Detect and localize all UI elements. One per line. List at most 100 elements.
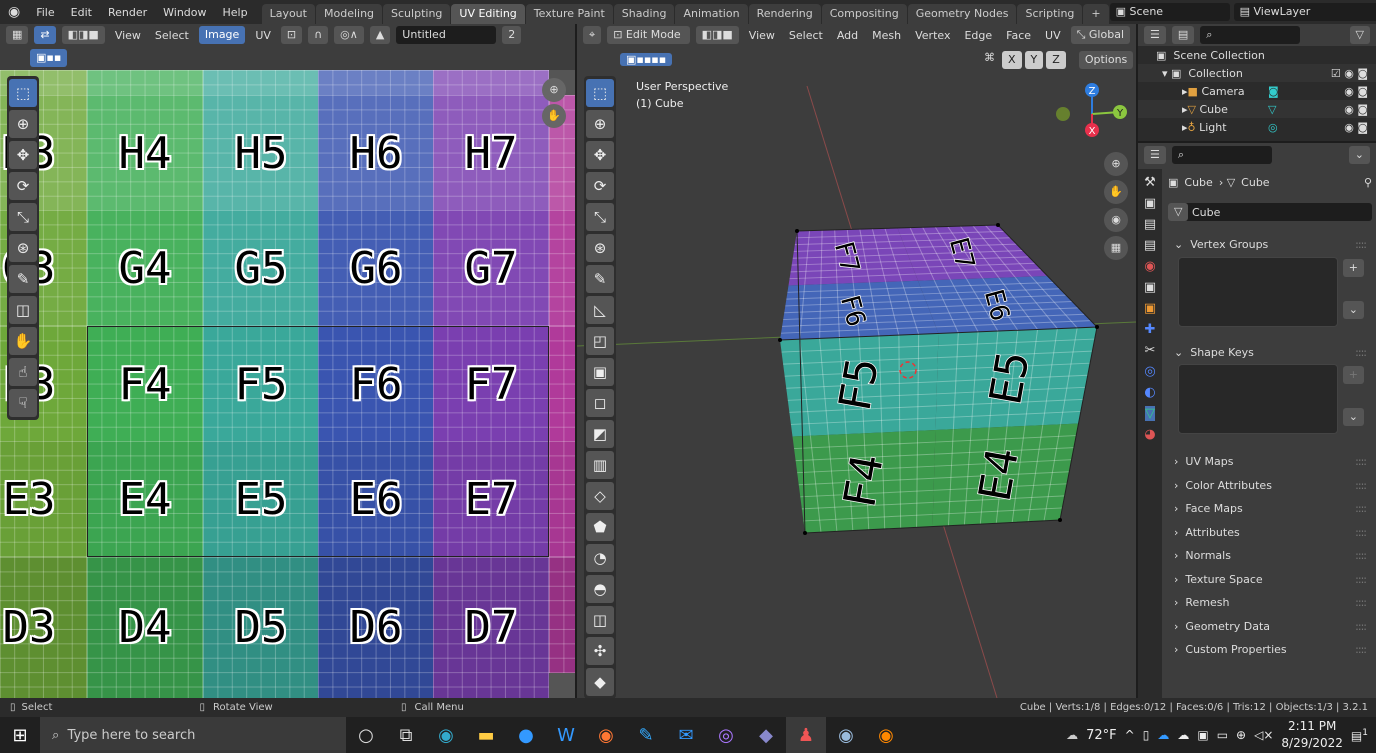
- notes-icon[interactable]: ✎: [626, 717, 666, 753]
- scale-icon[interactable]: ⤡: [586, 203, 614, 231]
- app3-icon[interactable]: ♟: [786, 717, 826, 753]
- uv-menu-select[interactable]: Select: [151, 29, 193, 42]
- zoom-icon[interactable]: ⊕: [1104, 152, 1128, 176]
- options-button[interactable]: Options: [1078, 51, 1134, 69]
- selection-mode-buttons[interactable]: ▣▪▪: [30, 49, 68, 67]
- section-custom-properties[interactable]: › Custom Properties::::: [1162, 638, 1376, 662]
- measure-icon[interactable]: ◺: [586, 296, 614, 324]
- section-attributes[interactable]: › Attributes::::: [1162, 521, 1376, 545]
- steam-icon[interactable]: ◉: [826, 717, 866, 753]
- vp-menu-add[interactable]: Add: [833, 29, 862, 42]
- tab-uv-editing[interactable]: UV Editing: [451, 4, 525, 24]
- tab-rendering[interactable]: Rendering: [748, 4, 821, 24]
- shape-key-menu-button[interactable]: ⌄: [1342, 408, 1364, 426]
- mesh-select-mode[interactable]: ◧◨■: [695, 26, 739, 44]
- relax-icon[interactable]: ☝: [9, 358, 37, 386]
- outliner-item-light[interactable]: ▸ ♁ Light ◎ ◉ ◙: [1138, 118, 1376, 136]
- tab-shading[interactable]: Shading: [613, 4, 675, 24]
- vertex-groups-list[interactable]: [1178, 256, 1338, 327]
- vp-menu-edge[interactable]: Edge: [960, 29, 996, 42]
- edge-slide-icon[interactable]: ◫: [586, 606, 614, 634]
- vp-menu-select[interactable]: Select: [785, 29, 827, 42]
- shape-keys-list[interactable]: [1178, 364, 1338, 434]
- outliner-item-cube[interactable]: ▸ ▽ Cube ▽ ◉ ◙: [1138, 100, 1376, 118]
- editor-type-button[interactable]: ⌖: [583, 26, 602, 44]
- section-uv-maps[interactable]: › UV Maps::::: [1162, 450, 1376, 474]
- vp-menu-mesh[interactable]: Mesh: [868, 29, 905, 42]
- task-view-icon[interactable]: ⧉: [386, 717, 426, 753]
- add-workspace-button[interactable]: +: [1083, 4, 1109, 24]
- loop-cut-icon[interactable]: ▥: [586, 451, 614, 479]
- scale-icon[interactable]: ⤡: [9, 203, 37, 231]
- view-layer-tab-icon[interactable]: ▤: [1144, 238, 1156, 253]
- annotate-icon[interactable]: ✎: [9, 265, 37, 293]
- sync-selection-toggle[interactable]: ⇄: [34, 26, 56, 44]
- cursor-icon[interactable]: ⊕: [586, 110, 614, 138]
- tab-scripting[interactable]: Scripting: [1017, 4, 1083, 24]
- mirror-icon[interactable]: ⌘: [980, 51, 999, 69]
- add-vertex-group-button[interactable]: +: [1342, 258, 1364, 277]
- menu-file[interactable]: File: [28, 6, 62, 19]
- tab-compositing[interactable]: Compositing: [821, 4, 907, 24]
- shear-icon[interactable]: ◆: [586, 668, 614, 696]
- mail-icon[interactable]: ✉: [666, 717, 706, 753]
- collection-row[interactable]: ▾ ▣ Collection ☑ ◉ ◙: [1138, 64, 1376, 82]
- outliner-item-camera[interactable]: ▸ ■ Camera ◙ ◉ ◙: [1138, 82, 1376, 100]
- output-tab-icon[interactable]: ▤: [1144, 217, 1156, 232]
- mode-selector[interactable]: ⊡ Edit Mode: [607, 26, 690, 44]
- vp-menu-uv[interactable]: UV: [1041, 29, 1065, 42]
- uv-menu-view[interactable]: View: [111, 29, 145, 42]
- view-layer-selector[interactable]: ▤ ViewLayer: [1233, 3, 1376, 21]
- blender-logo-icon[interactable]: ◉: [0, 4, 28, 20]
- cloud-icon[interactable]: ☁: [1177, 728, 1189, 742]
- material-tab-icon[interactable]: ◕: [1144, 427, 1155, 442]
- tray-icon[interactable]: ▯: [1143, 728, 1150, 742]
- properties-editor-type[interactable]: ☰: [1144, 146, 1166, 164]
- rip-icon[interactable]: ◫: [9, 296, 37, 324]
- data-tab-icon[interactable]: ▽: [1145, 406, 1155, 421]
- blender-taskbar-icon[interactable]: ◉: [866, 717, 906, 753]
- filter-icon[interactable]: ▽: [1349, 26, 1370, 44]
- image-name-field[interactable]: Untitled: [396, 26, 497, 44]
- perspective-grid-icon[interactable]: ▦: [1104, 236, 1128, 260]
- section-normals[interactable]: › Normals::::: [1162, 544, 1376, 568]
- smooth-icon[interactable]: ◓: [586, 575, 614, 603]
- uv-menu-image[interactable]: Image: [198, 26, 246, 44]
- tab-geometry-nodes[interactable]: Geometry Nodes: [907, 4, 1017, 24]
- transform-icon[interactable]: ⊛: [9, 234, 37, 262]
- pin-icon[interactable]: ⚲: [1364, 176, 1372, 189]
- pivot-button[interactable]: ⊡: [280, 26, 303, 44]
- section-face-maps[interactable]: › Face Maps::::: [1162, 497, 1376, 521]
- vp-menu-view[interactable]: View: [745, 29, 779, 42]
- proportional-button[interactable]: ◎∧: [334, 26, 364, 44]
- weather-icon[interactable]: ☁: [1066, 728, 1078, 742]
- section-color-attributes[interactable]: › Color Attributes::::: [1162, 474, 1376, 498]
- volume-muted-icon[interactable]: ◁×: [1254, 728, 1273, 742]
- knife-icon[interactable]: ◇: [586, 482, 614, 510]
- rotate-icon[interactable]: ⟳: [9, 172, 37, 200]
- taskbar-search[interactable]: ⌕ Type here to search: [40, 717, 346, 753]
- spin-icon[interactable]: ◔: [586, 544, 614, 572]
- zoom-icon[interactable]: ⊕: [542, 78, 566, 102]
- word-icon[interactable]: W: [546, 717, 586, 753]
- tray-chevron-icon[interactable]: ^: [1125, 728, 1135, 742]
- camera-view-icon[interactable]: ◉: [1104, 208, 1128, 232]
- section-shape-keys[interactable]: ⌄ Shape Keys::::: [1162, 341, 1376, 365]
- move-icon[interactable]: ✥: [586, 141, 614, 169]
- mirror-x[interactable]: X: [1002, 51, 1022, 69]
- menu-help[interactable]: Help: [215, 6, 256, 19]
- inset-icon[interactable]: ◻: [586, 389, 614, 417]
- uv-image-canvas[interactable]: H3H4H5H6H7G3G4G5G6G7F3F4F5F6F7E3E4E5E6E7…: [0, 70, 575, 698]
- poly-build-icon[interactable]: ⬟: [586, 513, 614, 541]
- scene-tab-icon[interactable]: ◉: [1144, 259, 1155, 274]
- selection-mode-buttons[interactable]: ▣▪▪▪▪: [620, 53, 673, 66]
- tool-tab-icon[interactable]: ⚒: [1144, 175, 1156, 190]
- display-icon[interactable]: ▣: [1197, 728, 1208, 742]
- snap-button[interactable]: ∩: [308, 26, 329, 44]
- weather-temp[interactable]: 72°F: [1086, 728, 1117, 743]
- select-mode-buttons[interactable]: ◧◨■: [61, 26, 105, 44]
- section-vertex-groups[interactable]: ⌄ Vertex Groups::::: [1162, 233, 1376, 257]
- particles-tab-icon[interactable]: ✂: [1145, 343, 1156, 358]
- scene-collection-row[interactable]: ▣ Scene Collection: [1138, 46, 1376, 64]
- clock[interactable]: 2:11 PM 8/29/2022: [1281, 718, 1343, 752]
